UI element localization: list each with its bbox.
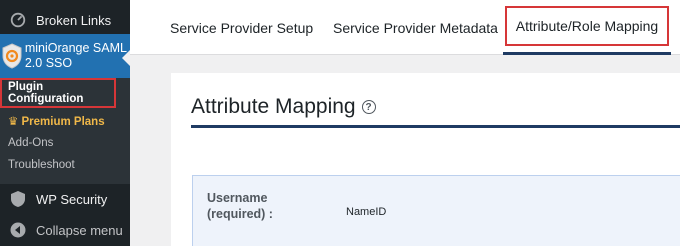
collapse-menu-label: Collapse menu (36, 222, 123, 238)
help-icon[interactable]: ? (361, 100, 376, 114)
submenu-premium-label: Premium Plans (21, 116, 105, 128)
card-title-text: Attribute Mapping (191, 95, 356, 118)
crown-icon: ♛ (8, 116, 19, 128)
miniorange-shield-icon (0, 43, 25, 69)
collapse-menu-button[interactable]: Collapse menu (0, 214, 130, 246)
card-title: Attribute Mapping ? (191, 95, 376, 119)
current-menu-arrow (122, 50, 130, 66)
tab-attribute-role-mapping[interactable]: Attribute/Role Mapping (505, 6, 669, 46)
menu-miniorange-label: miniOrange SAML 2.0 SSO (24, 41, 127, 70)
active-tab-underline (503, 52, 671, 55)
attribute-mapping-card: Attribute Mapping ? Username (required) … (171, 73, 680, 246)
collapse-arrow-icon (0, 222, 36, 238)
tab-bar: Service Provider Setup Service Provider … (130, 0, 680, 55)
submenu-troubleshoot[interactable]: Troubleshoot (8, 159, 75, 171)
tab-service-provider-setup[interactable]: Service Provider Setup (170, 0, 313, 55)
menu-wp-security[interactable]: WP Security (0, 184, 130, 214)
plugin-submenu: Plugin Configuration ♛ Premium Plans Add… (0, 78, 130, 184)
attribute-row: Username (required) : NameID (192, 175, 680, 246)
title-underline (191, 125, 680, 128)
username-value: NameID (346, 206, 387, 218)
shield-icon (0, 191, 36, 207)
submenu-premium-plans[interactable]: ♛ Premium Plans (8, 114, 105, 128)
menu-wp-security-label: WP Security (36, 191, 108, 207)
tab-service-provider-metadata[interactable]: Service Provider Metadata (333, 0, 498, 55)
submenu-plugin-configuration[interactable]: Plugin Configuration (0, 78, 116, 108)
submenu-add-ons[interactable]: Add-Ons (8, 137, 53, 149)
admin-sidebar: Broken Links miniOrange SAML 2.0 SSO Plu… (0, 0, 130, 246)
username-label: Username (required) : (207, 191, 273, 221)
main-content: Service Provider Setup Service Provider … (130, 0, 680, 246)
gauge-icon (0, 11, 36, 29)
menu-miniorange-saml[interactable]: miniOrange SAML 2.0 SSO (0, 34, 130, 78)
menu-broken-links-label: Broken Links (36, 12, 112, 28)
